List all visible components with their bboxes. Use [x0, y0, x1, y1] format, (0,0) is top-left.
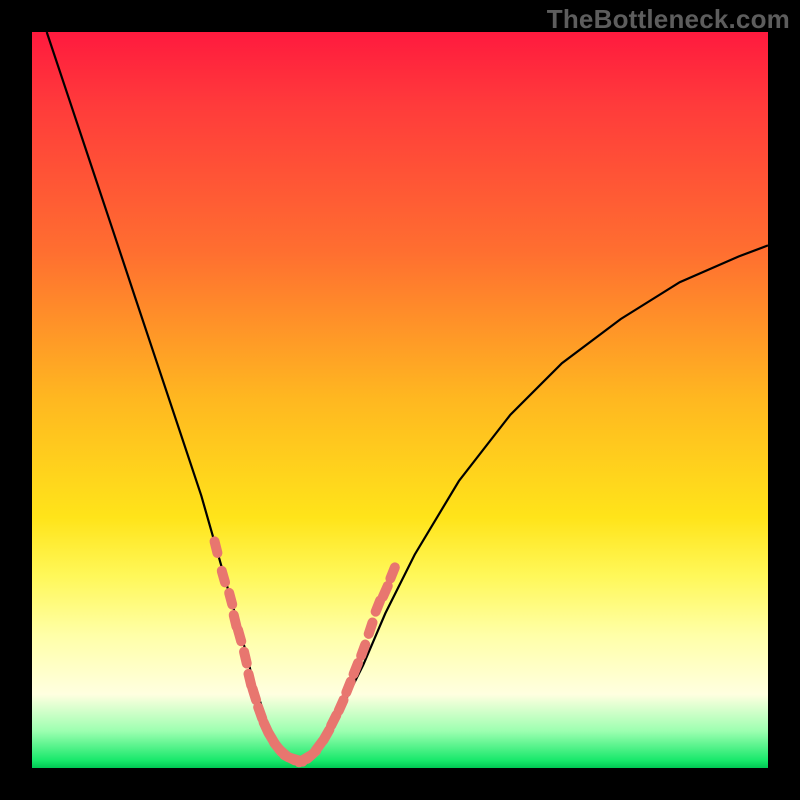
marker-cluster-left [208, 535, 308, 768]
marker-cluster-right [292, 561, 401, 769]
curve-marker [238, 646, 253, 670]
curve-marker [384, 561, 401, 585]
bottleneck-curve [47, 32, 768, 761]
curve-marker [232, 624, 248, 648]
curve-marker [208, 535, 223, 559]
curve-marker [223, 587, 238, 611]
plot-area [32, 32, 768, 768]
chart-svg [32, 32, 768, 768]
chart-frame: TheBottleneck.com [0, 0, 800, 800]
curve-marker [216, 565, 232, 589]
watermark-text: TheBottleneck.com [547, 4, 790, 35]
